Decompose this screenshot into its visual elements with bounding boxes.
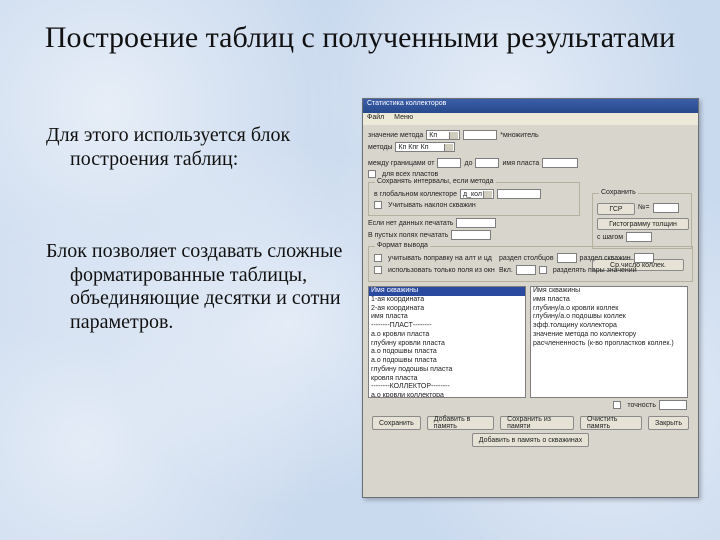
group-conditions-title: Сохранять интервалы, если метода [375, 178, 496, 185]
label-only-wnd-fields: использовать только поля из окн [388, 267, 496, 274]
label-all-layers: для всех пластов [382, 171, 438, 178]
input-to[interactable] [475, 158, 499, 168]
button-histogram[interactable]: Гистограмму толщин [597, 218, 689, 230]
label-slope: Учитывать наклон скважин [388, 202, 476, 209]
input-multiplier[interactable] [463, 130, 497, 140]
list-item[interactable]: расчлененность (к-во пропластков коллек.… [531, 340, 687, 349]
label-to: до [464, 160, 472, 167]
checkbox-split-pairs[interactable] [539, 266, 547, 274]
button-gsr[interactable]: ГСР [597, 203, 635, 215]
checkbox-slope[interactable] [374, 201, 382, 209]
slide-lead-text: Для этого используется блок построения т… [46, 124, 336, 171]
slide-lead: Для этого используется блок построения т… [46, 124, 336, 171]
button-save-from-memory[interactable]: Сохранить из памяти [500, 416, 574, 430]
dialog-menubar: Файл Меню [363, 113, 698, 125]
input-col-sep[interactable] [557, 253, 577, 263]
input-from[interactable] [437, 158, 461, 168]
label-methods: методы [368, 144, 392, 151]
list-item[interactable]: а.о подошвы пласта [369, 348, 525, 357]
label-no-data: Если нет данных печатать [368, 220, 453, 227]
select-method[interactable]: Кп [426, 130, 460, 140]
checkbox-alt-correction[interactable] [374, 254, 382, 262]
list-item[interactable]: --------ПЛАСТ-------- [369, 322, 525, 331]
label-layer-name: имя пласта [502, 160, 539, 167]
list-item[interactable]: имя пласта [369, 313, 525, 322]
list-item[interactable]: а.о кровли коллектора [369, 392, 525, 398]
checkbox-only-wnd-fields[interactable] [374, 266, 382, 274]
input-no-data[interactable] [456, 218, 496, 228]
list-item[interactable]: значение метода по коллектору [531, 331, 687, 340]
menu-file[interactable]: Файл [367, 114, 384, 121]
button-close[interactable]: Закрыть [648, 416, 689, 430]
dialog-titlebar: Статистика коллекторов [363, 99, 698, 113]
list-item[interactable]: имя пласта [531, 296, 687, 305]
label-split-pairs: разделять пары значений [553, 267, 637, 274]
checkbox-all-layers[interactable] [368, 170, 376, 178]
label-well-sep: раздел скважин [580, 255, 631, 262]
label-alt-correction: учитывать поправку на алт и цд [388, 255, 496, 262]
select-methods[interactable]: Кп Кпг Кп [395, 142, 455, 152]
label-multiplier: *множитель [500, 132, 538, 139]
list-item[interactable]: Имя скважины [531, 287, 687, 296]
list-item[interactable]: 1-ая координата [369, 296, 525, 305]
slide-body-text: Блок позволяет создавать сложные формати… [46, 240, 346, 334]
list-item[interactable]: глубину/a.o подошвы коллек [531, 313, 687, 322]
group-conditions: Сохранять интервалы, если метода в глоба… [368, 182, 580, 216]
label-empty: В пустых полях печатать [368, 232, 448, 239]
list-item[interactable]: кровля пласта [369, 375, 525, 384]
list-item[interactable]: глубину подошвы пласта [369, 366, 525, 375]
group-format-title: Формат вывода [375, 242, 430, 249]
group-format: Формат вывода учитывать поправку на алт … [368, 246, 693, 282]
select-global-collector[interactable]: д_кол [460, 189, 494, 199]
list-item[interactable]: а.о подошвы пласта [369, 357, 525, 366]
dialog-window: Статистика коллекторов Файл Меню значени… [362, 98, 699, 498]
menu-menu[interactable]: Меню [394, 114, 413, 121]
list-item[interactable]: глубину/a.o кровли коллек [531, 305, 687, 314]
label-value-method: значение метода [368, 132, 423, 139]
group-save: Сохранить ГСР №= Гистограмму толщин с ша… [592, 193, 692, 249]
button-add-memory[interactable]: Добавить в память [427, 416, 494, 430]
listbox-left-header: Имя скважины [369, 287, 525, 296]
checkbox-unknown[interactable] [613, 401, 621, 409]
input-incl[interactable] [516, 265, 536, 275]
input-collector[interactable] [497, 189, 541, 199]
label-col-sep: раздел столбцов [499, 255, 554, 262]
label-between-from: между границами от [368, 160, 434, 167]
group-save-title: Сохранить [599, 189, 638, 196]
slide-title: Построение таблиц с полученными результа… [0, 20, 720, 55]
input-well-sep[interactable] [634, 253, 654, 263]
list-item[interactable]: 2-ая координата [369, 305, 525, 314]
slide-body: Блок позволяет создавать сложные формати… [46, 240, 346, 334]
input-layer-name[interactable] [542, 158, 578, 168]
button-add-well-memory[interactable]: Добавить в память о скважинах [472, 433, 589, 447]
list-item[interactable]: глубину кровли пласта [369, 340, 525, 349]
listbox-right[interactable]: Имя скважиныимя пластаглубину/a.o кровли… [530, 286, 688, 398]
listbox-left[interactable]: Имя скважины 1-ая координата2-ая координ… [368, 286, 526, 398]
label-num-eq: №= [638, 204, 650, 211]
input-precision[interactable] [659, 400, 687, 410]
input-num[interactable] [653, 203, 679, 213]
input-empty[interactable] [451, 230, 491, 240]
button-save[interactable]: Сохранить [372, 416, 421, 430]
label-incl: Вкл. [499, 267, 513, 274]
list-item[interactable]: --------КОЛЛЕКТОР-------- [369, 383, 525, 392]
list-item[interactable]: эфф.толщину коллектора [531, 322, 687, 331]
list-item[interactable]: а.о кровли пласта [369, 331, 525, 340]
button-clear-memory[interactable]: Очистить память [580, 416, 642, 430]
label-step: с шагом [597, 234, 623, 241]
input-step[interactable] [626, 232, 652, 242]
label-global-collector: в глобальном коллекторе [374, 191, 457, 198]
label-precision: точность [627, 402, 656, 409]
